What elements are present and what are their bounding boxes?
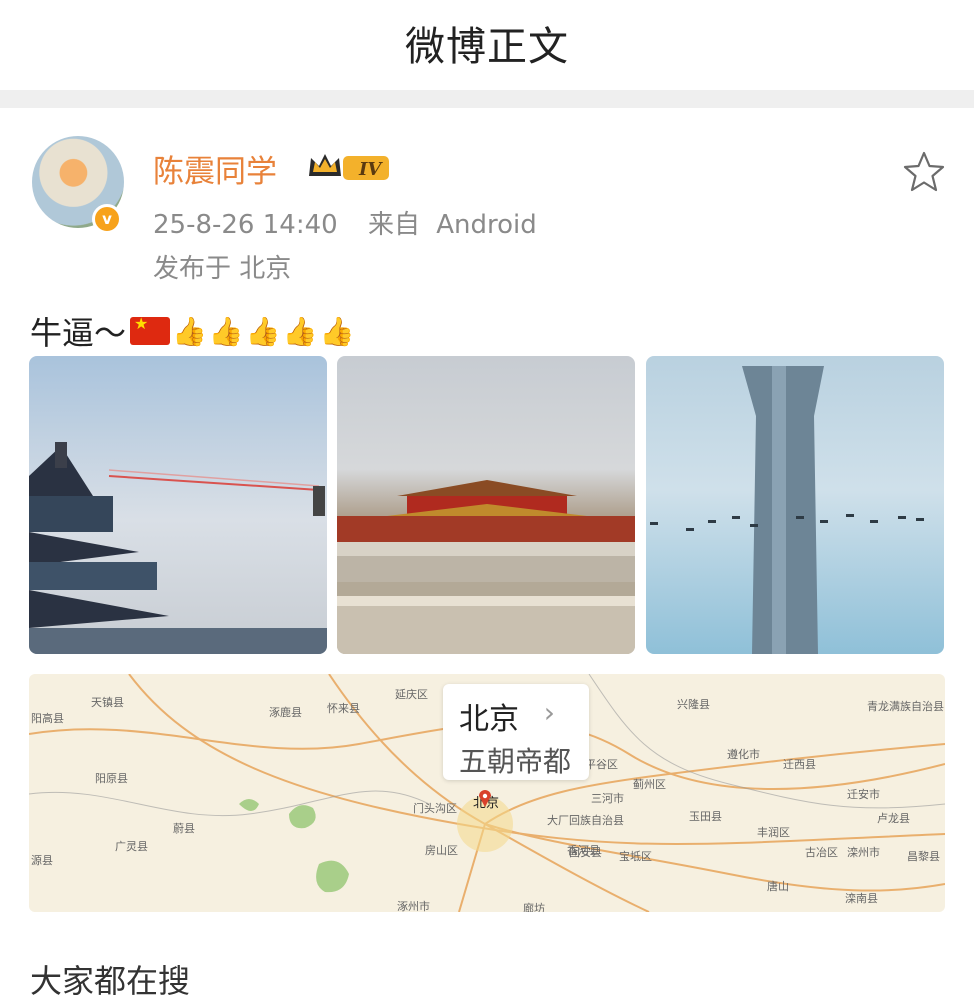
map-label: 涿州市 [397, 900, 430, 912]
post-text: 牛逼～ 👍 👍 👍 👍 👍 [30, 308, 354, 354]
map-label: 香河县 [567, 844, 600, 857]
map-label: 遵化市 [727, 748, 760, 761]
map-label: 大厂回族自治县 [547, 814, 624, 827]
source-prefix: 来自 [367, 210, 420, 240]
chevron-right-icon: › [543, 696, 555, 729]
map-label: 阳高县 [31, 712, 64, 725]
photo-temple-of-heaven[interactable] [29, 356, 327, 654]
map-label: 阳原县 [95, 772, 128, 785]
post-text-content: 牛逼～ [30, 314, 127, 352]
map-label: 蓟州区 [633, 778, 666, 791]
map-label: 玉田县 [689, 810, 722, 823]
map-label: 涿鹿县 [269, 706, 302, 719]
vip-level-text: IV [358, 159, 383, 180]
map-city-name: 北京 [459, 702, 519, 737]
map-label: 唐山 [767, 880, 789, 893]
location-map[interactable]: 天镇县 怀来县 延庆区 涿鹿县 阳原县 广灵县 蔚县 门头沟区 房山区 北京 涿… [29, 674, 945, 912]
map-label: 青龙满族自治县 [867, 700, 944, 713]
weibo-post: v 陈震同学 IV 25-8-26 14:40 来自 Android 发布于 北… [0, 108, 974, 1000]
vip-crown-badge-icon[interactable]: IV [305, 150, 395, 184]
map-label: 延庆区 [395, 688, 428, 701]
map-label: 迁安市 [847, 788, 880, 801]
author-name[interactable]: 陈震同学 [153, 146, 277, 191]
china-flag-emoji-icon [130, 314, 171, 345]
map-label: 卢龙县 [877, 812, 910, 825]
post-meta: 25-8-26 14:40 来自 Android [153, 204, 537, 241]
map-label: 平谷区 [585, 758, 618, 771]
map-label: 房山区 [425, 844, 458, 857]
map-label: 滦南县 [845, 892, 878, 905]
thumbs-up-emoji-icon: 👍 [208, 314, 244, 348]
thumbs-up-emoji-icon: 👍 [172, 314, 207, 348]
map-label: 廊坊 [523, 902, 545, 912]
avatar[interactable]: v [30, 126, 126, 234]
top-bar: 微博正文 [0, 0, 974, 90]
map-label: 广灵县 [115, 840, 148, 853]
thumbs-up-emoji-icon: 👍 [319, 314, 355, 348]
map-label: 蔚县 [173, 822, 195, 835]
thumbs-up-emoji-icon: 👍 [245, 314, 281, 348]
map-city-subtitle: 五朝帝都 [459, 745, 572, 778]
thumbs-up-emoji-icon: 👍 [282, 314, 318, 348]
map-location-callout[interactable]: 北京 › 五朝帝都 [443, 684, 589, 780]
photo-tower-helicopters[interactable] [646, 356, 944, 654]
post-time: 25-8-26 14:40 [153, 210, 338, 240]
map-label: 滦州市 [847, 846, 880, 859]
map-label: 昌黎县 [907, 850, 940, 863]
map-label: 古冶区 [805, 846, 838, 859]
map-label: 源县 [31, 854, 53, 867]
map-label: 三河市 [591, 792, 624, 805]
map-pin-icon [479, 790, 491, 807]
map-label: 迁西县 [783, 758, 816, 771]
post-source: Android [436, 210, 537, 240]
map-label: 丰润区 [757, 826, 790, 839]
trending-searches-heading: 大家都在搜 [30, 962, 191, 1000]
photo-forbidden-city[interactable] [337, 356, 635, 654]
favorite-star-icon[interactable] [902, 150, 946, 194]
map-label: 怀来县 [327, 702, 360, 715]
map-label: 天镇县 [91, 696, 124, 709]
page-title: 微博正文 [405, 24, 569, 70]
map-label: 兴隆县 [677, 698, 710, 711]
map-label: 门头沟区 [413, 802, 457, 815]
post-location: 发布于 北京 [153, 254, 292, 284]
map-label: 宝坻区 [619, 850, 652, 863]
section-divider [0, 90, 974, 108]
verified-badge-icon: v [92, 204, 122, 234]
